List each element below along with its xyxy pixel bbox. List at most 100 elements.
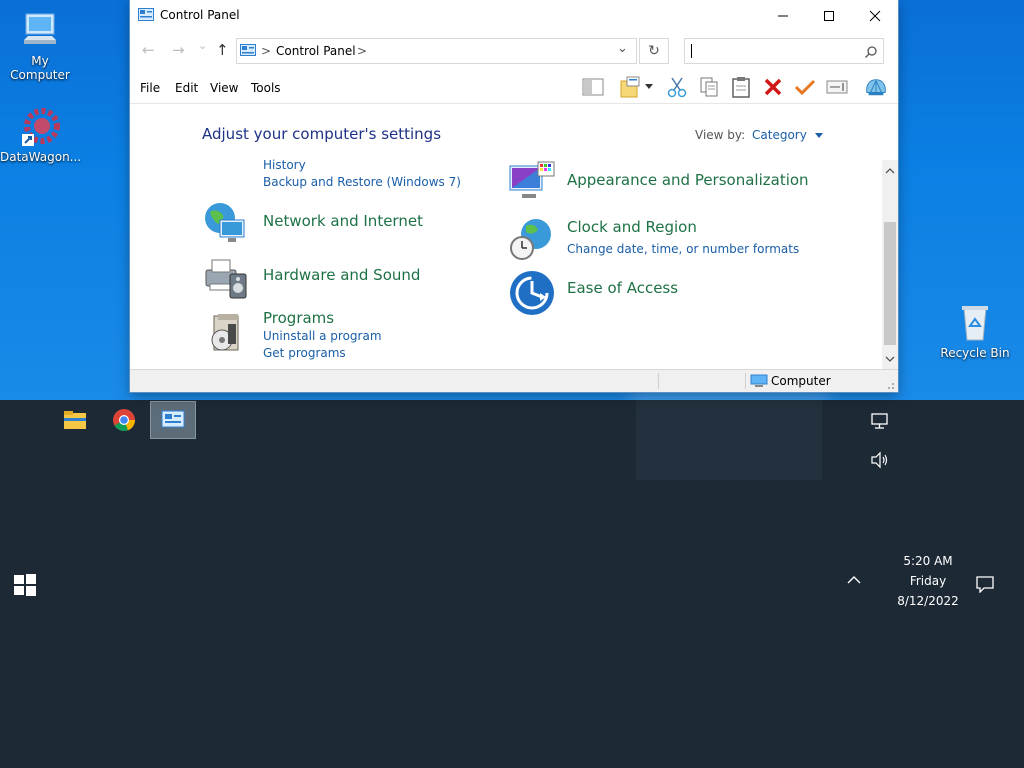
paste-button[interactable] <box>730 76 752 98</box>
preview-pane-icon <box>582 78 604 96</box>
search-icon <box>865 46 877 58</box>
desktop-icon-datawagon[interactable]: DataWagon... <box>0 106 82 164</box>
ease-of-access-icon <box>510 271 554 315</box>
breadcrumb-separator[interactable]: > <box>261 44 271 58</box>
taskbar-chrome[interactable] <box>101 401 147 439</box>
start-button[interactable] <box>10 570 40 600</box>
properties-button[interactable] <box>794 76 816 98</box>
menu-file[interactable]: File <box>140 81 160 95</box>
breadcrumb-separator[interactable]: > <box>357 44 367 58</box>
scroll-up-arrow-icon[interactable] <box>882 164 898 178</box>
back-button[interactable]: ← <box>142 41 155 59</box>
menu-tools[interactable]: Tools <box>251 81 281 95</box>
taskbar-control-panel[interactable] <box>150 401 196 439</box>
taskbar: 5:20 AM Friday 8/12/2022 <box>0 400 1024 768</box>
folder-icon <box>64 411 86 429</box>
menu-and-toolbar-row: File Edit View Tools <box>130 71 898 104</box>
desktop-icon-label: My Computer <box>10 54 70 82</box>
caret-down-icon <box>645 84 653 89</box>
appearance-and-personalization-icon <box>509 161 555 198</box>
link-get-programs[interactable]: Get programs <box>263 346 346 360</box>
breadcrumb-control-panel[interactable]: Control Panel <box>276 44 356 58</box>
control-panel-content: Adjust your computer's settings View by:… <box>130 104 882 369</box>
clock[interactable]: 5:20 AM Friday 8/12/2022 <box>888 554 968 608</box>
status-divider <box>658 373 659 389</box>
volume-icon[interactable] <box>870 451 890 473</box>
link-uninstall-a-program[interactable]: Uninstall a program <box>263 329 382 343</box>
network-and-internet-icon <box>205 203 245 242</box>
hardware-and-sound-icon <box>205 259 247 299</box>
category-hardware-and-sound-title[interactable]: Hardware and Sound <box>263 266 420 284</box>
programs-icon <box>211 314 239 351</box>
desktop-icon-label: DataWagon... <box>0 150 82 164</box>
shell-extension-button[interactable] <box>865 76 887 98</box>
desktop-icon-my-computer[interactable]: My Computer <box>0 10 80 82</box>
menu-view[interactable]: View <box>210 81 238 95</box>
link-backup-and-restore[interactable]: Backup and Restore (Windows 7) <box>263 175 461 189</box>
taskbar-reflection <box>636 400 822 480</box>
new-folder-icon <box>620 76 640 98</box>
forward-button[interactable]: → <box>172 41 185 59</box>
datawagon-gear-icon <box>20 106 60 146</box>
maximize-icon <box>824 10 834 21</box>
desktop-icon-recycle-bin[interactable]: Recycle Bin <box>935 302 1015 360</box>
scroll-down-arrow-icon[interactable] <box>882 352 898 366</box>
search-box[interactable] <box>684 38 884 64</box>
new-item-dropdown[interactable] <box>643 76 655 98</box>
address-dropdown-button[interactable]: ⌄ <box>617 41 628 56</box>
scrollbar-thumb[interactable] <box>884 222 896 345</box>
clock-and-region-icon <box>510 219 551 260</box>
new-folder-button[interactable] <box>619 76 641 98</box>
control-panel-icon <box>161 410 185 428</box>
status-bar: Computer <box>130 369 898 392</box>
taskbar-file-explorer[interactable] <box>52 401 98 439</box>
checkmark-icon <box>794 79 816 96</box>
menu-edit[interactable]: Edit <box>175 81 198 95</box>
category-programs-title[interactable]: Programs <box>263 309 334 327</box>
copy-button[interactable] <box>698 76 720 98</box>
computer-icon <box>750 374 768 387</box>
copy-icon <box>700 77 718 97</box>
delete-button[interactable] <box>762 76 784 98</box>
clock-day: Friday <box>909 574 947 588</box>
scissors-icon <box>667 77 687 98</box>
category-appearance-and-personalization-title[interactable]: Appearance and Personalization <box>567 171 809 189</box>
close-icon <box>869 10 881 21</box>
link-change-date-time-number-formats[interactable]: Change date, time, or number formats <box>567 242 799 256</box>
windows-logo-icon <box>14 574 36 596</box>
title-bar[interactable]: Control Panel <box>130 0 898 31</box>
page-title: Adjust your computer's settings <box>202 125 442 143</box>
vertical-scrollbar[interactable] <box>882 160 898 369</box>
clock-date: 8/12/2022 <box>897 594 959 608</box>
preview-pane-button[interactable] <box>582 76 604 98</box>
control-panel-icon <box>240 44 256 56</box>
maximize-button[interactable] <box>806 0 852 31</box>
rename-icon <box>826 80 848 94</box>
shell-icon <box>866 79 886 96</box>
category-clock-and-region-title[interactable]: Clock and Region <box>567 218 697 236</box>
computer-icon <box>20 10 60 50</box>
minimize-icon <box>778 15 788 16</box>
chrome-icon <box>113 409 136 432</box>
notification-icon[interactable] <box>975 575 995 597</box>
caret-down-icon <box>814 132 823 138</box>
resize-grip-icon[interactable] <box>885 380 895 390</box>
address-row: ← → ⌄ ↑ > Control Panel > ⌄ ↻ <box>130 31 898 71</box>
refresh-button[interactable]: ↻ <box>639 38 669 64</box>
chevron-up-icon[interactable] <box>846 574 862 590</box>
view-by-dropdown[interactable]: Category <box>752 128 823 142</box>
text-cursor <box>691 44 692 58</box>
category-ease-of-access-title[interactable]: Ease of Access <box>567 279 678 297</box>
search-input[interactable] <box>695 42 859 62</box>
close-button[interactable] <box>852 0 898 31</box>
cut-button[interactable] <box>666 76 688 98</box>
address-bar[interactable]: > Control Panel > ⌄ <box>236 38 637 64</box>
rename-button[interactable] <box>826 76 848 98</box>
category-network-and-internet-title[interactable]: Network and Internet <box>263 212 423 230</box>
link-history[interactable]: History <box>263 158 306 172</box>
recent-locations-button[interactable]: ⌄ <box>198 39 207 52</box>
minimize-button[interactable] <box>760 0 806 31</box>
network-icon[interactable] <box>870 412 890 434</box>
status-divider <box>745 373 746 389</box>
up-button[interactable]: ↑ <box>216 41 229 59</box>
